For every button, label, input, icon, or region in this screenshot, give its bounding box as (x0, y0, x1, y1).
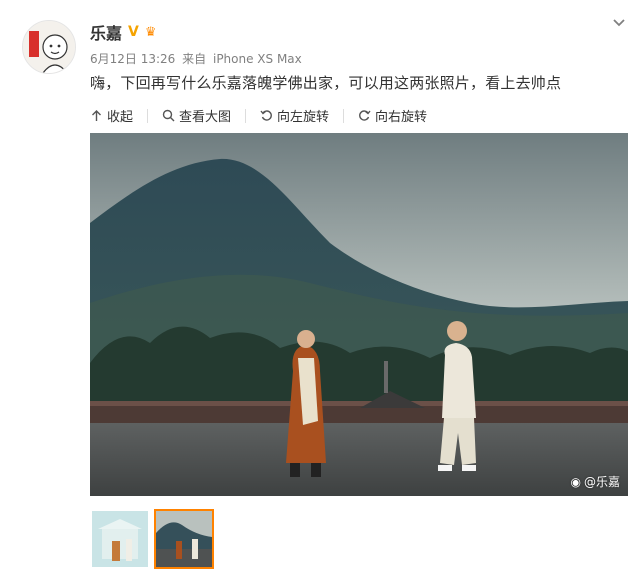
weibo-post-card: 乐嘉 V ♛ 6月12日 13:26 来自 iPhone XS Max 嗨，下回… (0, 0, 640, 574)
thumbnail-image (156, 511, 212, 567)
toolbar-divider (343, 108, 345, 123)
post-photo[interactable]: ◉ @乐嘉 (90, 133, 628, 496)
monastery-photo (90, 133, 628, 496)
post-time[interactable]: 6月12日 13:26 (90, 52, 175, 66)
avatar-illustration (23, 21, 75, 73)
rotate-right-label: 向右旋转 (375, 110, 428, 125)
author-name[interactable]: 乐嘉 (90, 20, 122, 44)
photo-watermark: ◉ @乐嘉 (571, 473, 621, 490)
crown-icon: ♛ (144, 24, 157, 40)
rotate-left-label: 向左旋转 (277, 110, 330, 125)
post-text: 嗨，下回再写什么乐嘉落魄学佛出家，可以用这两张照片，看上去帅点 (90, 74, 562, 92)
author-line: 乐嘉 V ♛ (90, 20, 157, 44)
arrow-up-icon (92, 110, 101, 121)
verified-icon: V (128, 24, 139, 40)
avatar[interactable] (22, 20, 76, 74)
rotate-right-button[interactable]: 向右旋转 (358, 106, 427, 125)
watermark-text: @乐嘉 (583, 475, 620, 489)
view-large-label: 查看大图 (179, 110, 232, 125)
post-device[interactable]: iPhone XS Max (213, 52, 302, 66)
thumbnail-2[interactable] (154, 509, 214, 569)
thumbnail-image (92, 511, 148, 567)
rotate-left-button[interactable]: 向左旋转 (260, 106, 329, 125)
search-icon (162, 109, 175, 122)
post-via-label: 来自 (182, 52, 207, 66)
rotate-left-icon (260, 110, 272, 121)
weibo-logo-icon: ◉ (570, 474, 581, 489)
chevron-down-icon[interactable] (610, 14, 628, 32)
rotate-right-icon (359, 110, 371, 121)
view-large-button[interactable]: 查看大图 (162, 106, 231, 125)
image-toolbar: 收起 查看大图 向左旋转 向右旋转 (90, 106, 427, 125)
post-meta: 6月12日 13:26 来自 iPhone XS Max (90, 50, 305, 67)
thumbnail-strip (90, 509, 214, 569)
collapse-label: 收起 (107, 110, 134, 125)
collapse-button[interactable]: 收起 (90, 106, 133, 125)
toolbar-divider (245, 108, 247, 123)
thumbnail-1[interactable] (90, 509, 150, 569)
toolbar-divider (147, 108, 149, 123)
